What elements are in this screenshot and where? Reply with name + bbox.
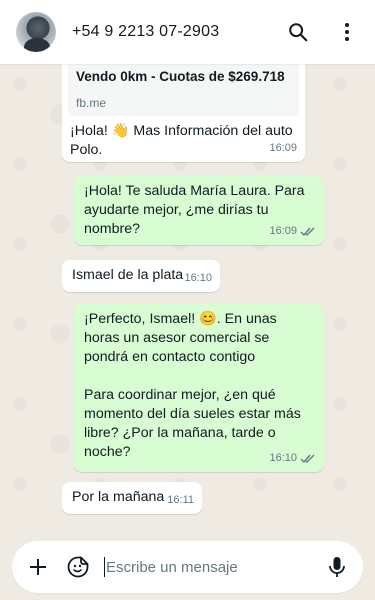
double-check-icon [300,453,316,464]
more-vertical-icon[interactable] [335,20,359,44]
composer-pill [12,541,363,593]
link-preview-domain: fb.me [76,96,107,110]
plus-icon[interactable] [26,555,50,579]
link-preview-title: Vendo 0km - Cuotas de $269.718 [76,69,285,84]
sticker-icon[interactable] [66,555,90,579]
chat-header: +54 9 2213 07-2903 [0,0,375,64]
message-outgoing[interactable]: ¡Perfecto, Ismael! 😊. En unas horas un a… [74,304,324,472]
message-incoming[interactable]: Por la mañana 16:11 [62,482,202,514]
message-meta: 16:09 [269,139,297,158]
message-meta: 16:09 [269,222,316,241]
message-time: 16:10 [184,272,212,284]
message-time: 16:11 [167,494,194,506]
message-meta: 16:11 [167,491,194,510]
mic-icon[interactable] [325,555,349,579]
double-check-icon [300,226,316,237]
message-text: ¡Hola! 👋 Mas Información del auto Polo. [70,123,297,158]
message-time: 16:09 [269,225,297,237]
message-outgoing[interactable]: ¡Hola! Te saluda María Laura. Para ayuda… [74,176,324,245]
message-list: Vendo 0km - Cuotas de $269.718 fb.me ¡Ho… [0,64,375,536]
message-text: ¡Perfecto, Ismael! 😊. En unas horas un a… [84,311,301,460]
message-time: 16:10 [269,452,297,464]
avatar[interactable] [16,12,56,52]
composer [0,536,375,600]
message-time: 16:09 [269,142,297,154]
contact-name[interactable]: +54 9 2213 07-2903 [72,23,286,41]
message-input[interactable] [104,557,317,577]
message-incoming[interactable]: Vendo 0km - Cuotas de $269.718 fb.me ¡Ho… [62,64,305,162]
message-incoming[interactable]: Ismael de la plata 16:10 [62,260,220,292]
search-icon[interactable] [286,20,310,44]
message-meta: 16:10 [184,269,212,288]
message-meta: 16:10 [269,449,316,468]
link-preview[interactable]: Vendo 0km - Cuotas de $269.718 fb.me [68,64,299,116]
